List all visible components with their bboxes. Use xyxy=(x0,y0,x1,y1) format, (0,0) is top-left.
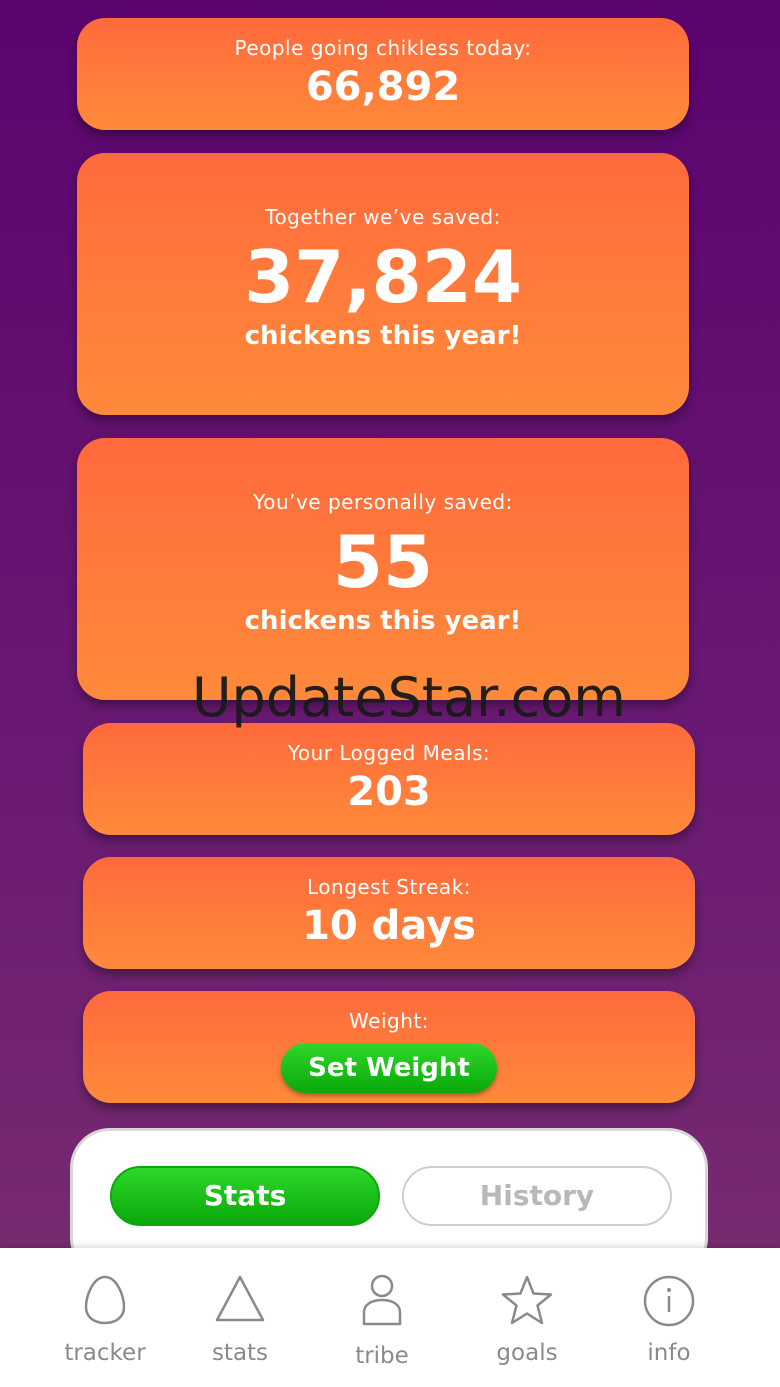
star-icon xyxy=(501,1275,553,1325)
nav-label-tribe: tribe xyxy=(355,1343,409,1369)
people-today-value: 66,892 xyxy=(305,64,461,110)
weight-label: Weight: xyxy=(349,1009,429,1033)
longest-streak-label: Longest Streak: xyxy=(306,875,472,899)
nav-item-goals[interactable]: goals xyxy=(449,1248,605,1387)
set-weight-button[interactable]: Set Weight xyxy=(281,1043,497,1093)
together-saved-label: Together we’ve saved: xyxy=(265,205,501,229)
together-saved-card: Together we’ve saved: 37,824 chickens th… xyxy=(77,153,689,415)
together-saved-value: 37,824 xyxy=(244,235,522,319)
personal-saved-card: You’ve personally saved: 55 chickens thi… xyxy=(77,438,689,700)
info-icon xyxy=(643,1275,695,1327)
nav-label-info: info xyxy=(647,1340,691,1366)
nav-label-goals: goals xyxy=(496,1340,558,1366)
logged-meals-value: 203 xyxy=(347,769,431,815)
bottom-nav-bar: tracker stats tribe goals info xyxy=(0,1248,780,1387)
egg-icon xyxy=(84,1275,126,1325)
person-icon xyxy=(362,1274,402,1326)
personal-saved-subtext: chickens this year! xyxy=(244,606,522,636)
longest-streak-card: Longest Streak: 10 days xyxy=(83,857,695,969)
weight-card: Weight: Set Weight xyxy=(83,991,695,1103)
people-today-label: People going chikless today: xyxy=(234,36,532,60)
personal-saved-value: 55 xyxy=(332,520,434,604)
personal-saved-label: You’ve personally saved: xyxy=(253,490,513,514)
logged-meals-label: Your Logged Meals: xyxy=(287,741,491,765)
logged-meals-card: Your Logged Meals: 203 xyxy=(83,723,695,835)
nav-item-tracker[interactable]: tracker xyxy=(27,1248,183,1387)
together-saved-subtext: chickens this year! xyxy=(244,321,522,351)
history-tab-button[interactable]: History xyxy=(402,1166,672,1226)
nav-label-stats: stats xyxy=(211,1340,269,1366)
nav-item-info[interactable]: info xyxy=(591,1248,747,1387)
nav-item-tribe[interactable]: tribe xyxy=(304,1248,460,1387)
stats-tab-button[interactable]: Stats xyxy=(110,1166,380,1226)
nav-label-tracker: tracker xyxy=(64,1340,146,1366)
people-today-card: People going chikless today: 66,892 xyxy=(77,18,689,130)
longest-streak-value: 10 days xyxy=(302,903,476,949)
nav-item-stats[interactable]: stats xyxy=(162,1248,318,1387)
triangle-icon xyxy=(215,1275,265,1322)
